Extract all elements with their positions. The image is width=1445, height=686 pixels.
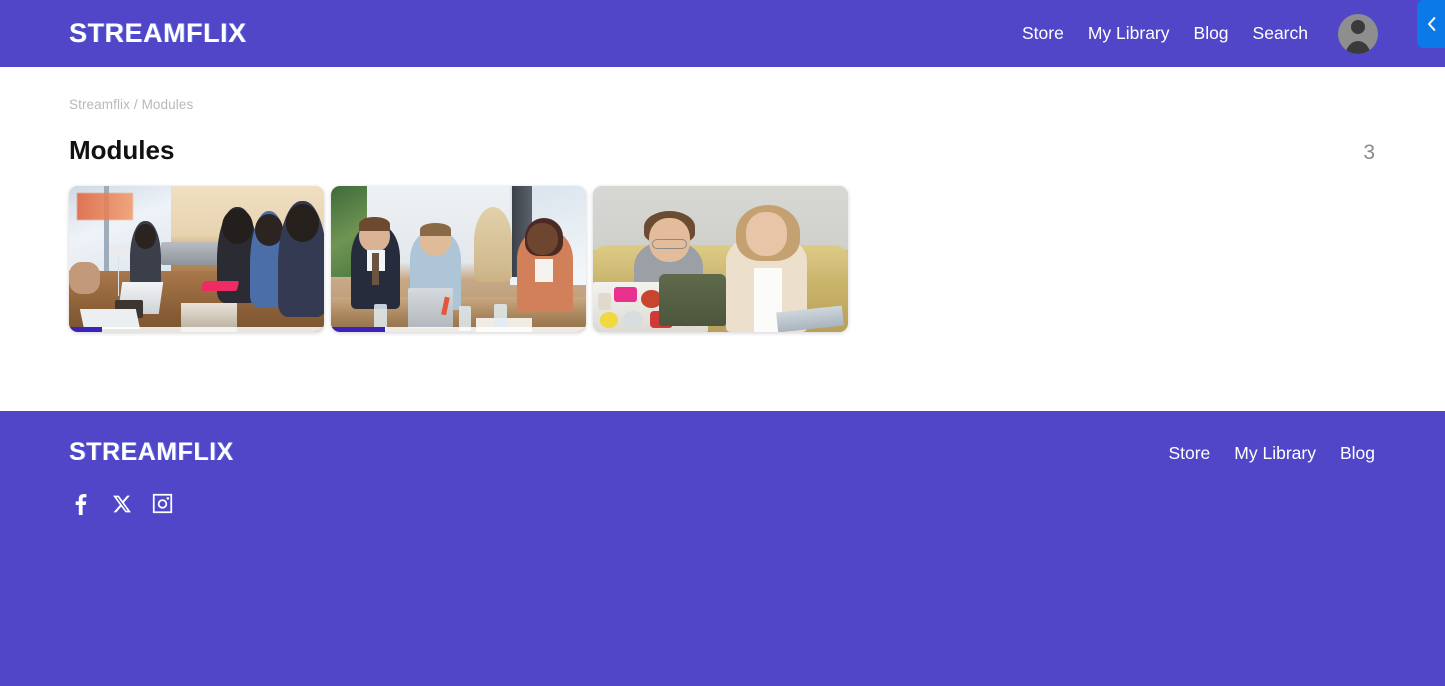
nav-item-search[interactable]: Search [1253, 24, 1308, 43]
module-count: 3 [1363, 140, 1375, 164]
social-links [69, 492, 1376, 515]
module-progress-track [69, 327, 324, 333]
main-content: Streamflix / Modules Modules 3 [0, 67, 1445, 411]
page-title-row: Modules 3 [69, 134, 1376, 165]
instagram-icon[interactable] [151, 492, 174, 515]
footer-item-store[interactable]: Store [1168, 444, 1210, 463]
module-progress-fill [69, 327, 103, 333]
nav-item-store[interactable]: Store [1022, 24, 1064, 43]
x-twitter-icon[interactable] [110, 492, 133, 515]
side-panel-toggle[interactable] [1417, 0, 1445, 48]
page-title: Modules [69, 134, 175, 165]
header-nav: Store My Library Blog Search [1022, 13, 1445, 54]
module-card[interactable] [331, 186, 586, 333]
facebook-icon[interactable] [69, 492, 92, 515]
module-thumbnail-image [593, 186, 848, 333]
module-card[interactable] [593, 186, 848, 333]
footer-item-my-library[interactable]: My Library [1234, 444, 1316, 463]
site-footer: STREAMFLIX Store My Library Blog [0, 411, 1445, 686]
footer-nav: Store My Library Blog [1168, 440, 1376, 463]
nav-item-blog[interactable]: Blog [1194, 24, 1229, 43]
module-progress-fill [331, 327, 385, 333]
nav-item-my-library[interactable]: My Library [1088, 24, 1170, 43]
module-card-list [69, 186, 1376, 333]
footer-top-row: STREAMFLIX Store My Library Blog [69, 440, 1376, 465]
module-thumbnail-image [331, 186, 586, 333]
footer-logo[interactable]: STREAMFLIX [69, 440, 234, 465]
site-header: STREAMFLIX Store My Library Blog Search [0, 0, 1445, 67]
module-progress-track [331, 327, 586, 333]
chevron-left-icon [1427, 17, 1435, 31]
avatar[interactable] [1338, 13, 1378, 54]
footer-item-blog[interactable]: Blog [1340, 444, 1375, 463]
breadcrumb[interactable]: Streamflix / Modules [69, 67, 1376, 112]
module-thumbnail-image [69, 186, 324, 333]
header-logo[interactable]: STREAMFLIX [69, 20, 247, 47]
module-card[interactable] [69, 186, 324, 333]
